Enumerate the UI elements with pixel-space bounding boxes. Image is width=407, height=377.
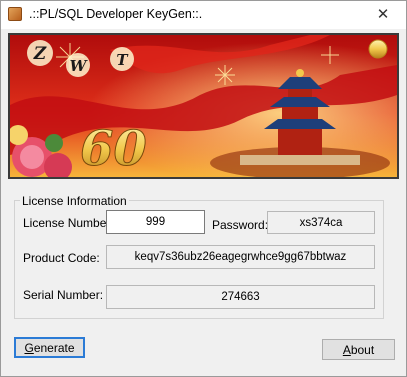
generate-label: enerate [33,340,75,355]
serial-number-label: Serial Number: [23,288,104,302]
emblem-icon [368,39,388,59]
about-label: bout [350,342,375,357]
license-number-input[interactable] [107,211,204,233]
banner-image: 60 Z W T [8,33,399,179]
generate-button[interactable]: Generate [14,337,85,358]
product-code-label: Product Code: [23,251,100,265]
banner-letter-w: W [70,57,89,75]
banner-letter-t: T [116,51,129,69]
product-code-field[interactable]: keqv7s36ubz26eagegrwhce9gg67bbtwaz [106,245,375,269]
generate-mnemonic: G [24,340,34,355]
title-bar[interactable]: .::PL/SQL Developer KeyGen::. ✕ [1,1,406,29]
password-field[interactable]: xs374ca [267,211,375,234]
about-mnemonic: A [342,342,351,357]
license-number-label: License Number: [23,216,114,230]
banner-letter-z: Z [33,44,47,64]
license-info-legend: License Information [20,194,129,208]
keygen-window: .::PL/SQL Developer KeyGen::. ✕ 60 Z W T… [0,0,407,377]
password-label: Password: [212,218,269,232]
serial-number-field[interactable]: 274663 [106,285,375,309]
close-icon[interactable]: ✕ [366,1,400,27]
app-icon [8,7,22,21]
banner-artwork: 60 Z W T [10,35,397,177]
license-number-field[interactable] [106,210,205,234]
window-title: .::PL/SQL Developer KeyGen::. [29,7,203,21]
anniversary-number: 60 [80,121,147,177]
about-button[interactable]: About [322,339,395,360]
